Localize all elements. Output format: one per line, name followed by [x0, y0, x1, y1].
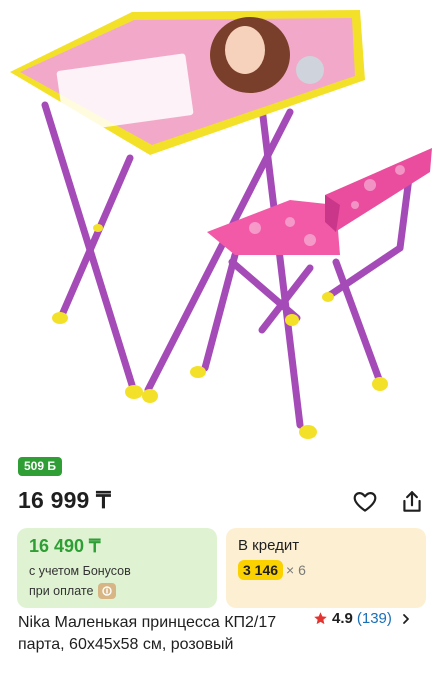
bonus-price-note: с учетом Бонусов — [29, 564, 131, 578]
credit-card[interactable]: В кредит 3 146 × 6 — [226, 528, 426, 608]
credit-title: В кредит — [238, 537, 300, 554]
share-icon — [403, 491, 421, 512]
star-icon — [313, 611, 328, 626]
credit-term: × 6 — [286, 562, 306, 578]
bonus-payment-note: при оплате — [29, 583, 117, 599]
reviews-count[interactable]: (139) — [357, 610, 392, 627]
share-button[interactable] — [397, 487, 427, 517]
bonus-price: 16 490 ₸ — [29, 536, 101, 556]
credit-monthly-payment: 3 146 — [238, 560, 284, 580]
coin-icon — [98, 583, 117, 599]
credit-terms: 3 146 × 6 — [238, 560, 306, 580]
bonus-price-card[interactable]: 16 490 ₸ с учетом Бонусов при оплате — [17, 528, 217, 608]
bonus-points-badge: 509 Б — [18, 457, 62, 476]
product-price: 16 999 ₸ — [18, 487, 111, 513]
product-title: Nika Маленькая принцесса КП2/17 парта, 6… — [18, 614, 277, 653]
favorite-button[interactable] — [350, 487, 380, 517]
heart-icon — [353, 492, 377, 512]
chevron-right-icon — [396, 613, 412, 625]
rating-score: 4.9 — [332, 610, 353, 627]
rating-link[interactable]: 4.9 (139) — [313, 610, 412, 627]
product-image[interactable] — [0, 0, 445, 452]
bonus-payment-label: при оплате — [29, 584, 94, 598]
